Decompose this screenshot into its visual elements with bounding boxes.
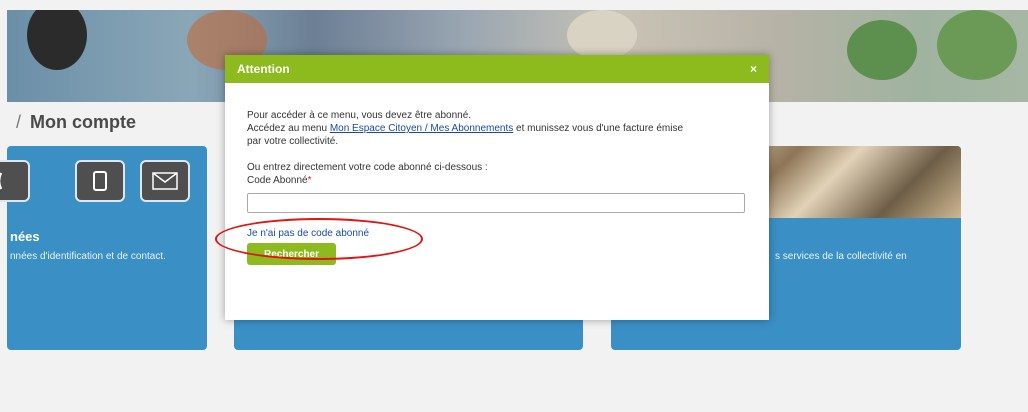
card-title: nées	[10, 229, 40, 244]
tablet-icon	[75, 160, 125, 202]
info-text: Accédez au menu Mon Espace Citoyen / Mes…	[247, 123, 684, 134]
modal-header: Attention ×	[225, 55, 769, 83]
card-description: s services de la collectivité en	[775, 251, 907, 262]
banner-shape	[567, 10, 637, 60]
code-abonne-input[interactable]	[247, 193, 745, 213]
card-description: nnées d'identification et de contact.	[10, 251, 166, 262]
info-text: Ou entrez directement votre code abonné …	[247, 162, 488, 173]
tree-illustration	[847, 20, 917, 80]
modal-body: Pour accéder à ce menu, vous devez être …	[225, 83, 769, 213]
page-title: / Mon compte	[16, 112, 137, 132]
info-text: Pour accéder à ce menu, vous devez être …	[247, 110, 472, 121]
no-code-link[interactable]: Je n'ai pas de code abonné	[247, 228, 369, 239]
subscriptions-link[interactable]: Mon Espace Citoyen / Mes Abonnements	[330, 123, 513, 134]
tree-illustration	[937, 10, 1017, 80]
envelope-icon	[140, 160, 190, 202]
modal-title: Attention	[237, 62, 290, 76]
phone-icon	[0, 160, 30, 202]
info-text: par votre collectivité.	[247, 136, 339, 147]
character-illustration	[27, 10, 87, 70]
close-icon[interactable]: ×	[750, 62, 757, 76]
code-label: Code Abonné*	[247, 175, 312, 186]
attention-modal: Attention × Pour accéder à ce menu, vous…	[225, 55, 769, 320]
search-button[interactable]: Rechercher	[247, 243, 336, 265]
